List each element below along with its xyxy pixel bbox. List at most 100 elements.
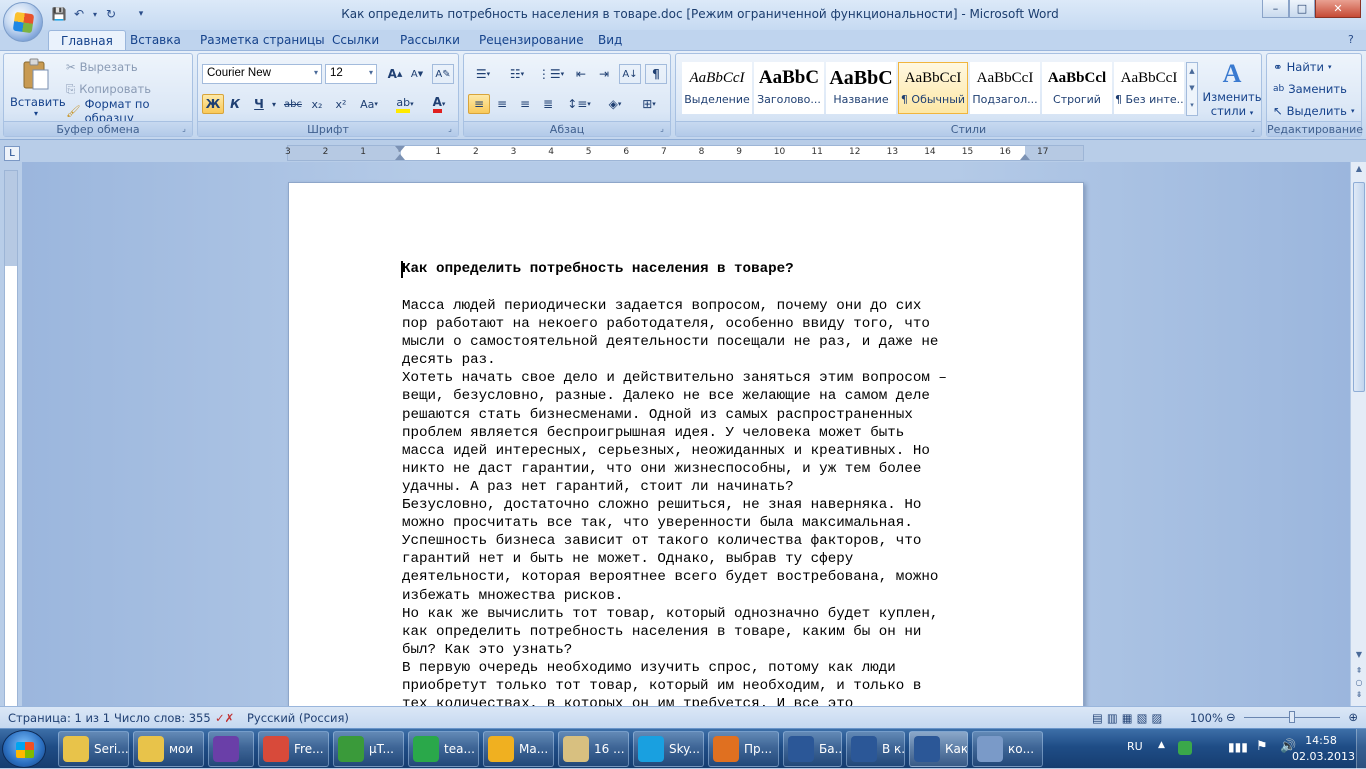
vertical-ruler[interactable] <box>4 170 18 708</box>
style-title[interactable]: AaBbC Название <box>826 62 896 114</box>
justify-button[interactable]: ≣ <box>537 94 559 114</box>
zoom-slider[interactable]: ⊖ ⊕ <box>1226 710 1358 725</box>
cut-button[interactable]: ✂ Вырезать <box>66 57 138 77</box>
action-center-icon[interactable]: ⚑ <box>1256 739 1268 754</box>
page-count[interactable]: Страница: 1 из 1 <box>8 711 110 725</box>
scroll-up-icon[interactable]: ▲ <box>1351 162 1366 176</box>
document-line[interactable]: проблем является беспроигрышная идея. У … <box>402 424 947 442</box>
document-line[interactable]: Масса людей периодически задается вопрос… <box>402 297 947 315</box>
tab-page-layout[interactable]: Разметка страницы <box>188 30 337 50</box>
style-strong[interactable]: AaBbCcl Строгий <box>1042 62 1112 114</box>
save-icon[interactable]: 💾 <box>50 5 68 23</box>
proofing-icon[interactable]: ✓✗ <box>215 711 234 725</box>
input-language[interactable]: RU <box>1127 740 1143 753</box>
align-left-button[interactable]: ≡ <box>468 94 490 114</box>
increase-indent-button[interactable]: ⇥ <box>593 64 615 84</box>
taskbar-item[interactable] <box>208 731 254 767</box>
style-emphasis[interactable]: AaBbCcI Выделение <box>682 62 752 114</box>
vertical-scrollbar[interactable]: ▲ ▼ ⇞ ○ ⇟ <box>1350 162 1366 706</box>
clipboard-launcher-icon[interactable]: ⌟ <box>179 124 189 134</box>
style-heading[interactable]: AaBbC Заголово... <box>754 62 824 114</box>
align-right-button[interactable]: ≡ <box>514 94 536 114</box>
zoom-level[interactable]: 100% <box>1190 711 1223 725</box>
document-line[interactable]: десять раз. <box>402 351 947 369</box>
scroll-down-icon[interactable]: ▼ <box>1351 648 1366 662</box>
start-button[interactable] <box>2 730 46 768</box>
highlight-button[interactable]: ab ▾ <box>390 94 420 114</box>
show-marks-button[interactable]: ¶ <box>645 64 667 84</box>
clock-time[interactable]: 14:58 <box>1298 734 1344 747</box>
font-launcher-icon[interactable]: ⌟ <box>445 124 455 134</box>
taskbar-item[interactable]: Ба... <box>783 731 842 767</box>
network-icon[interactable]: ▮▮▮ <box>1228 740 1248 754</box>
document-line[interactable]: Но как же вычислить тот товар, который о… <box>402 605 947 623</box>
document-line[interactable]: масса идей интересных, серьезных, неожид… <box>402 442 947 460</box>
copy-button[interactable]: ⎘ Копировать <box>66 79 151 99</box>
document-line[interactable]: приобретут только тот товар, который им … <box>402 677 947 695</box>
show-desktop-button[interactable] <box>1356 729 1366 769</box>
horizontal-ruler[interactable]: 3 2 1 · 1 2 3 4 5 6 7 8 9 10 11 12 13 14 15 16 17 <box>285 145 1084 161</box>
font-size-dropdown[interactable]: 12 ▾ <box>325 64 377 84</box>
format-painter-button[interactable]: 🖌 Формат по образцу <box>66 97 192 125</box>
superscript-button[interactable]: x² <box>330 94 352 114</box>
tab-review[interactable]: Рецензирование <box>467 30 596 50</box>
document-line[interactable]: пор работают на некоего работодателя, ос… <box>402 315 947 333</box>
word-count[interactable]: Число слов: 355 <box>114 711 211 725</box>
document-line[interactable]: как определить потребность населения в т… <box>402 623 947 641</box>
multilevel-list-button[interactable]: ⋮☰ ▾ <box>536 64 566 84</box>
paste-dropdown-icon[interactable]: ▾ <box>10 109 62 118</box>
document-line[interactable]: вещи, безусловно, разные. Далеко не все … <box>402 387 947 405</box>
document-body[interactable]: Масса людей периодически задается вопрос… <box>402 297 947 706</box>
customize-qat-icon[interactable]: ▾ <box>132 5 150 23</box>
taskbar-item[interactable]: tea... <box>408 731 479 767</box>
shrink-font-button[interactable]: A ▼ <box>406 64 428 84</box>
tab-home[interactable]: Главная <box>48 30 126 50</box>
paragraph-launcher-icon[interactable]: ⌟ <box>657 124 667 134</box>
shading-button[interactable]: ◈ ▾ <box>600 94 630 114</box>
change-case-button[interactable]: Aa ▾ <box>355 94 383 114</box>
minimize-button[interactable]: – <box>1262 0 1289 18</box>
sort-button[interactable]: A↓ <box>619 64 641 84</box>
document-line[interactable]: В первую очередь необходимо изучить спро… <box>402 659 947 677</box>
zoom-out-icon[interactable]: ⊖ <box>1226 710 1236 724</box>
font-name-dropdown[interactable]: Courier New ▾ <box>202 64 322 84</box>
borders-button[interactable]: ⊞ ▾ <box>634 94 664 114</box>
taskbar-item[interactable]: Пр... <box>708 731 779 767</box>
tab-references[interactable]: Ссылки <box>320 30 391 50</box>
close-button[interactable]: ✕ <box>1315 0 1361 18</box>
find-button[interactable]: ⚭ Найти ▾ <box>1273 57 1332 77</box>
style-normal[interactable]: AaBbCcI ¶ Обычный <box>898 62 968 114</box>
view-buttons[interactable]: ▤▥▦▧▨ <box>1092 711 1166 725</box>
subscript-button[interactable]: x₂ <box>306 94 328 114</box>
document-line[interactable]: можно просчитать все так, что уверенност… <box>402 514 947 532</box>
zoom-slider-thumb[interactable] <box>1289 711 1295 723</box>
document-line[interactable]: удачны. А раз нет гарантий, стоит ли нач… <box>402 478 947 496</box>
clear-formatting-button[interactable]: A✎ <box>432 64 454 84</box>
next-page-icon[interactable]: ⇟ <box>1351 688 1366 702</box>
paste-button[interactable]: Вставить ▾ <box>10 58 66 122</box>
document-heading[interactable]: Как определить потребность населения в т… <box>402 261 794 277</box>
document-line[interactable]: деятельности, которая вероятнее всего бу… <box>402 568 947 586</box>
styles-launcher-icon[interactable]: ⌟ <box>1248 124 1258 134</box>
security-icon[interactable] <box>1178 741 1192 755</box>
hanging-indent-marker[interactable] <box>395 154 405 160</box>
document-line[interactable]: никто не даст гарантии, что они жизнеспо… <box>402 460 947 478</box>
taskbar-item[interactable]: 16 ... <box>558 731 629 767</box>
document-line[interactable]: мысли о самостоятельной деятельности пос… <box>402 333 947 351</box>
right-indent-marker[interactable] <box>1020 154 1030 160</box>
numbering-button[interactable]: ☷ ▾ <box>502 64 532 84</box>
bold-button[interactable]: Ж <box>202 94 224 114</box>
document-page[interactable]: Как определить потребность населения в т… <box>288 182 1084 706</box>
strikethrough-button[interactable]: abc <box>282 94 304 114</box>
language-indicator[interactable]: Русский (Россия) <box>247 711 349 725</box>
change-styles-button[interactable]: A Изменить стили ▾ <box>1202 58 1262 120</box>
taskbar-item[interactable]: ко... <box>972 731 1043 767</box>
scroll-thumb[interactable] <box>1353 182 1365 392</box>
bullets-button[interactable]: ☰ ▾ <box>468 64 498 84</box>
document-line[interactable]: избежать множества рисков. <box>402 587 947 605</box>
font-color-button[interactable]: A ▾ <box>424 94 454 114</box>
style-subtitle[interactable]: AaBbCcI Подзагол... <box>970 62 1040 114</box>
tab-view[interactable]: Вид <box>586 30 634 50</box>
decrease-indent-button[interactable]: ⇤ <box>570 64 592 84</box>
taskbar-item[interactable]: Ma... <box>483 731 554 767</box>
